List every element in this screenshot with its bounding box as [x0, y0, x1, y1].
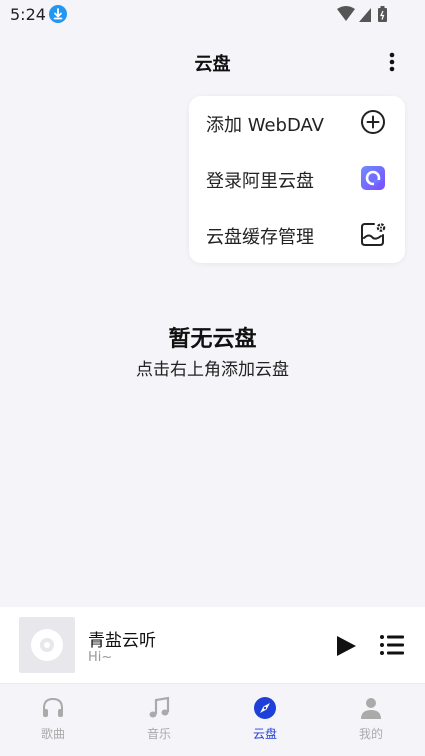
music-note-icon: [149, 696, 170, 718]
popup-menu: 添加 WebDAV 登录阿里云盘 云盘缓存管理: [189, 96, 405, 263]
nav-label: 音乐: [146, 727, 171, 741]
status-bar: 5:24: [0, 0, 425, 30]
nav-item-songs[interactable]: 歌曲: [0, 684, 106, 756]
menu-item-login-aliyun[interactable]: 登录阿里云盘: [189, 152, 405, 208]
nav-label: 我的: [358, 727, 383, 741]
status-icons: [337, 6, 387, 22]
menu-item-add-webdav[interactable]: 添加 WebDAV: [189, 96, 405, 152]
menu-item-label: 云盘缓存管理: [206, 227, 314, 248]
wifi-icon: [337, 6, 355, 21]
more-vertical-icon: [389, 52, 395, 72]
status-time: 5:24: [10, 5, 46, 24]
headphones-icon: [43, 697, 63, 717]
compass-icon: [254, 697, 276, 719]
add-circle-icon: [361, 110, 385, 134]
nav-label: 歌曲: [40, 727, 65, 741]
track-title: 青盐云听: [88, 631, 156, 651]
nav-item-cloud-drive[interactable]: 云盘: [212, 684, 318, 756]
nav-label: 云盘: [252, 727, 277, 741]
menu-item-label: 登录阿里云盘: [206, 171, 314, 192]
bottom-nav: 歌曲 音乐 云盘 我的: [0, 683, 425, 756]
track-subtitle: Hi~: [88, 650, 113, 665]
play-button[interactable]: [333, 633, 359, 659]
signal-icon: [359, 8, 371, 22]
menu-item-cache-management[interactable]: 云盘缓存管理: [189, 208, 405, 264]
page-title: 云盘: [194, 54, 231, 75]
aliyun-drive-icon: [361, 166, 385, 190]
disc-icon: [31, 629, 63, 661]
menu-item-label: 添加 WebDAV: [206, 115, 324, 136]
nav-item-mine[interactable]: 我的: [318, 684, 424, 756]
mini-player[interactable]: 青盐云听 Hi~: [0, 607, 425, 683]
download-icon: [49, 5, 67, 23]
album-art[interactable]: [19, 617, 75, 673]
more-menu-button[interactable]: [380, 48, 404, 76]
playlist-icon: [380, 635, 404, 655]
play-icon: [337, 636, 356, 656]
cache-settings-icon: [361, 223, 386, 246]
playlist-button[interactable]: [379, 634, 405, 656]
empty-state-subtitle: 点击右上角添加云盘: [136, 360, 289, 380]
empty-state-title: 暂无云盘: [168, 327, 257, 352]
nav-item-music[interactable]: 音乐: [106, 684, 212, 756]
person-icon: [361, 698, 381, 719]
